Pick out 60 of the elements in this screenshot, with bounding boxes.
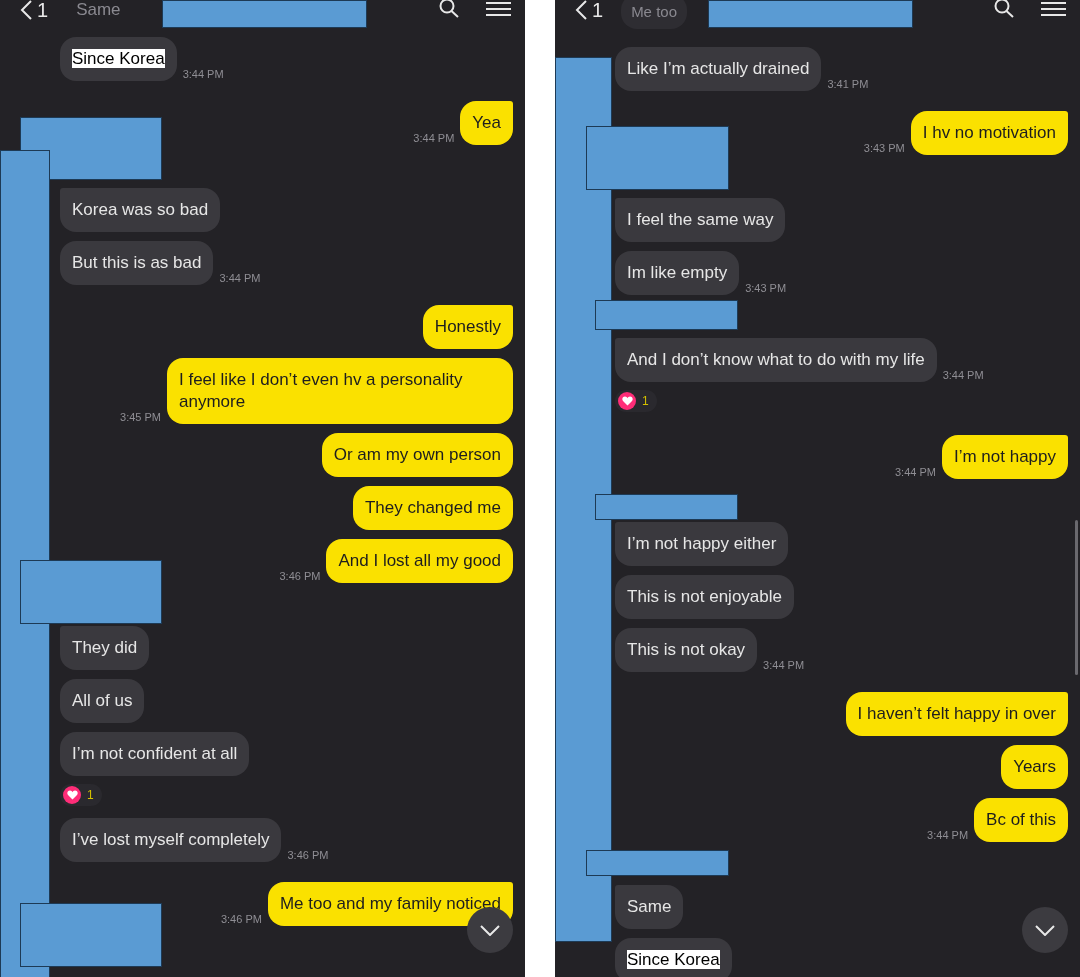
- message-bubble: I haven’t felt happy in over: [845, 692, 1068, 736]
- search-button[interactable]: [993, 0, 1015, 18]
- timestamp: 3:45 PM: [120, 411, 161, 423]
- timestamp: 3:46 PM: [279, 570, 321, 582]
- message-bubble: They did: [60, 626, 150, 670]
- timestamp: 3:44 PM: [182, 68, 224, 80]
- faded-title: Same: [76, 0, 121, 20]
- message-bubble: I feel the same way: [615, 198, 786, 242]
- timestamp: 3:44 PM: [413, 132, 455, 144]
- message-bubble: Years: [1001, 745, 1068, 789]
- message-bubble: I’m not confident at all: [60, 732, 250, 776]
- message-bubble: Same: [615, 885, 684, 929]
- message-bubble: And I lost all my good: [326, 539, 513, 583]
- message-bubble: Yea: [460, 101, 513, 145]
- message-bubble: They changed me: [352, 486, 513, 530]
- message-bubble: Korea was so bad: [60, 188, 221, 232]
- timestamp: 3:43 PM: [745, 282, 787, 294]
- reaction-badge[interactable]: 1: [60, 784, 102, 806]
- back-button[interactable]: 1: [575, 0, 604, 20]
- message-bubble: Me too: [621, 0, 687, 29]
- scroll-down-button[interactable]: [1022, 907, 1068, 953]
- message-bubble: Like I’m actually drained: [615, 47, 822, 91]
- message-bubble: This is not okay: [615, 628, 758, 672]
- search-button[interactable]: [438, 0, 460, 18]
- reaction-badge[interactable]: 1: [615, 390, 657, 412]
- message-bubble: All of us: [60, 679, 145, 723]
- chevron-down-icon: [480, 924, 500, 936]
- message-bubble: But this is as bad: [60, 241, 214, 285]
- message-bubble: Im like empty: [615, 251, 740, 295]
- message-bubble: Bc of this: [974, 798, 1068, 842]
- menu-button[interactable]: [486, 0, 511, 18]
- message-bubble: Honestly: [422, 305, 513, 349]
- message-bubble: Or am my own person: [321, 433, 513, 477]
- message-bubble: This is not enjoyable: [615, 575, 794, 619]
- back-icon: [575, 0, 589, 20]
- timestamp: 3:44 PM: [927, 829, 969, 841]
- menu-button[interactable]: [1041, 0, 1066, 18]
- timestamp: 3:44 PM: [894, 466, 936, 478]
- message-bubble: I’m not happy: [941, 435, 1068, 479]
- back-icon: [20, 0, 34, 20]
- timestamp: 3:41 PM: [827, 78, 869, 90]
- message-bubble: I’m not happy either: [615, 522, 789, 566]
- reaction-count: 1: [87, 788, 94, 802]
- scroll-down-button[interactable]: [467, 907, 513, 953]
- timestamp: 3:44 PM: [763, 659, 805, 671]
- highlighted-text: Since Korea: [627, 950, 720, 969]
- message-bubble: I feel like I don’t even hv a personality anymore: [167, 358, 513, 424]
- chevron-down-icon: [1035, 924, 1055, 936]
- message-bubble: I’ve lost myself completely: [60, 818, 282, 862]
- message-bubble: And I don’t know what to do with my life: [615, 338, 937, 382]
- timestamp: 3:46 PM: [287, 849, 329, 861]
- timestamp: 3:44 PM: [942, 369, 984, 381]
- timestamp: 3:44 PM: [219, 272, 261, 284]
- timestamp: 3:43 PM: [863, 142, 905, 154]
- highlighted-text: Since Korea: [72, 49, 165, 68]
- message-bubble: I hv no motivation: [910, 111, 1068, 155]
- reaction-count: 1: [642, 394, 649, 408]
- message-bubble: Me too and my family noticed: [267, 882, 513, 926]
- back-button[interactable]: 1: [20, 0, 49, 20]
- timestamp: 3:46 PM: [220, 913, 262, 925]
